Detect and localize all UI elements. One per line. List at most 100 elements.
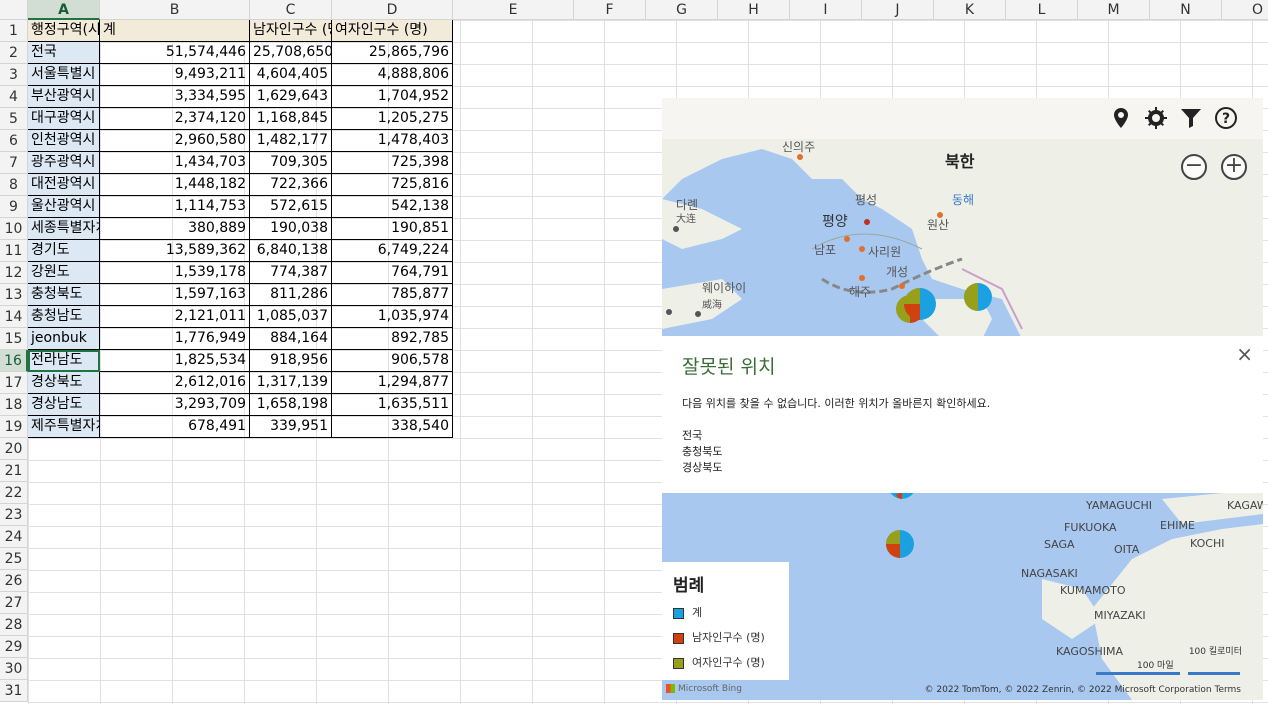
table-cell[interactable]: 9,493,211 <box>100 64 250 86</box>
pie-marker[interactable] <box>886 530 914 558</box>
map-chart-panel[interactable]: ? − + 북한 신의주 평성 평양 원산 동해 남포 사리원 개성 해주 다롄… <box>662 98 1263 700</box>
table-cell[interactable]: 인천광역시 <box>28 130 100 152</box>
row-header-25[interactable]: 25 <box>0 548 28 570</box>
table-cell[interactable]: 1,539,178 <box>100 262 250 284</box>
close-icon[interactable]: × <box>1236 342 1253 366</box>
column-header-f[interactable]: F <box>574 0 646 20</box>
column-header-b[interactable]: B <box>100 0 250 20</box>
table-cell[interactable]: 1,317,139 <box>250 372 332 394</box>
row-header-15[interactable]: 15 <box>0 328 28 350</box>
table-cell[interactable]: 906,578 <box>332 350 453 372</box>
table-cell[interactable]: 1,168,845 <box>250 108 332 130</box>
column-header-d[interactable]: D <box>332 0 453 20</box>
row-header-14[interactable]: 14 <box>0 306 28 328</box>
filter-icon[interactable] <box>1179 106 1203 130</box>
table-cell[interactable]: 경상북도 <box>28 372 100 394</box>
column-header-h[interactable]: H <box>718 0 790 20</box>
column-header-m[interactable]: M <box>1078 0 1150 20</box>
table-cell[interactable]: 6,840,138 <box>250 240 332 262</box>
table-cell[interactable]: 광주광역시 <box>28 152 100 174</box>
zoom-out-button[interactable]: − <box>1181 154 1207 180</box>
zoom-in-button[interactable]: + <box>1221 154 1247 180</box>
table-cell[interactable]: 1,205,275 <box>332 108 453 130</box>
row-header-6[interactable]: 6 <box>0 130 28 152</box>
table-cell[interactable]: 대구광역시 <box>28 108 100 130</box>
table-cell[interactable]: 부산광역시 <box>28 86 100 108</box>
table-cell[interactable]: 13,589,362 <box>100 240 250 262</box>
select-all-corner[interactable] <box>0 0 28 20</box>
table-cell[interactable]: 경기도 <box>28 240 100 262</box>
column-header-n[interactable]: N <box>1150 0 1222 20</box>
help-icon[interactable]: ? <box>1214 106 1238 130</box>
table-cell[interactable]: 1,085,037 <box>250 306 332 328</box>
table-cell[interactable]: 572,615 <box>250 196 332 218</box>
table-cell[interactable]: 709,305 <box>250 152 332 174</box>
table-cell[interactable]: 2,374,120 <box>100 108 250 130</box>
row-header-26[interactable]: 26 <box>0 570 28 592</box>
table-cell[interactable]: 542,138 <box>332 196 453 218</box>
table-cell[interactable]: 2,121,011 <box>100 306 250 328</box>
table-cell[interactable]: 892,785 <box>332 328 453 350</box>
location-pin-icon[interactable] <box>1109 106 1133 130</box>
row-header-11[interactable]: 11 <box>0 240 28 262</box>
table-cell[interactable]: 2,960,580 <box>100 130 250 152</box>
table-cell[interactable]: 대전광역시 <box>28 174 100 196</box>
row-header-18[interactable]: 18 <box>0 394 28 416</box>
table-cell[interactable]: 25,865,796 <box>332 42 453 64</box>
table-cell[interactable]: 3,293,709 <box>100 394 250 416</box>
table-cell[interactable]: 380,889 <box>100 218 250 240</box>
table-cell[interactable]: 1,478,403 <box>332 130 453 152</box>
table-cell[interactable]: 충청북도 <box>28 284 100 306</box>
row-header-20[interactable]: 20 <box>0 438 28 460</box>
row-header-10[interactable]: 10 <box>0 218 28 240</box>
row-header-13[interactable]: 13 <box>0 284 28 306</box>
table-cell[interactable]: 1,434,703 <box>100 152 250 174</box>
pie-marker[interactable] <box>890 492 914 499</box>
row-header-4[interactable]: 4 <box>0 86 28 108</box>
column-header-j[interactable]: J <box>862 0 934 20</box>
table-cell[interactable]: 전국 <box>28 42 100 64</box>
row-header-8[interactable]: 8 <box>0 174 28 196</box>
table-cell[interactable]: 1,635,511 <box>332 394 453 416</box>
table-cell[interactable]: 1,704,952 <box>332 86 453 108</box>
table-cell[interactable]: 811,286 <box>250 284 332 306</box>
table-cell[interactable]: 1,776,949 <box>100 328 250 350</box>
table-cell[interactable]: 6,749,224 <box>332 240 453 262</box>
table-cell[interactable]: 190,851 <box>332 218 453 240</box>
row-header-24[interactable]: 24 <box>0 526 28 548</box>
row-header-2[interactable]: 2 <box>0 42 28 64</box>
table-cell[interactable]: 774,387 <box>250 262 332 284</box>
row-header-3[interactable]: 3 <box>0 64 28 86</box>
table-cell[interactable]: 764,791 <box>332 262 453 284</box>
table-cell[interactable]: 51,574,446 <box>100 42 250 64</box>
table-cell[interactable]: 918,956 <box>250 350 332 372</box>
table-cell[interactable]: 제주특별자치도 <box>28 416 100 438</box>
table-cell[interactable]: 경상남도 <box>28 394 100 416</box>
column-header-k[interactable]: K <box>934 0 1006 20</box>
column-header-o[interactable]: O <box>1222 0 1268 20</box>
pie-marker[interactable] <box>964 283 992 311</box>
column-header-g[interactable]: G <box>646 0 718 20</box>
row-header-12[interactable]: 12 <box>0 262 28 284</box>
column-header-c[interactable]: C <box>250 0 332 20</box>
table-cell[interactable]: 722,366 <box>250 174 332 196</box>
row-header-27[interactable]: 27 <box>0 592 28 614</box>
table-cell[interactable]: 서울특별시 <box>28 64 100 86</box>
row-header-29[interactable]: 29 <box>0 636 28 658</box>
map-copyright[interactable]: © 2022 TomTom, © 2022 Zenrin, © 2022 Mic… <box>925 685 1241 695</box>
table-cell[interactable]: 338,540 <box>332 416 453 438</box>
row-header-17[interactable]: 17 <box>0 372 28 394</box>
column-header-l[interactable]: L <box>1006 0 1078 20</box>
row-header-1[interactable]: 1 <box>0 20 28 42</box>
table-cell[interactable]: 1,448,182 <box>100 174 250 196</box>
table-cell[interactable]: 725,398 <box>332 152 453 174</box>
table-cell[interactable]: 678,491 <box>100 416 250 438</box>
table-cell[interactable]: jeonbuk <box>28 328 100 350</box>
table-cell[interactable]: 1,114,753 <box>100 196 250 218</box>
table-cell[interactable]: 세종특별자치시 <box>28 218 100 240</box>
table-header-cell[interactable]: 여자인구수 (명) <box>332 20 453 42</box>
table-cell[interactable]: 2,612,016 <box>100 372 250 394</box>
table-cell[interactable]: 1,597,163 <box>100 284 250 306</box>
table-cell[interactable]: 725,816 <box>332 174 453 196</box>
table-cell[interactable]: 339,951 <box>250 416 332 438</box>
